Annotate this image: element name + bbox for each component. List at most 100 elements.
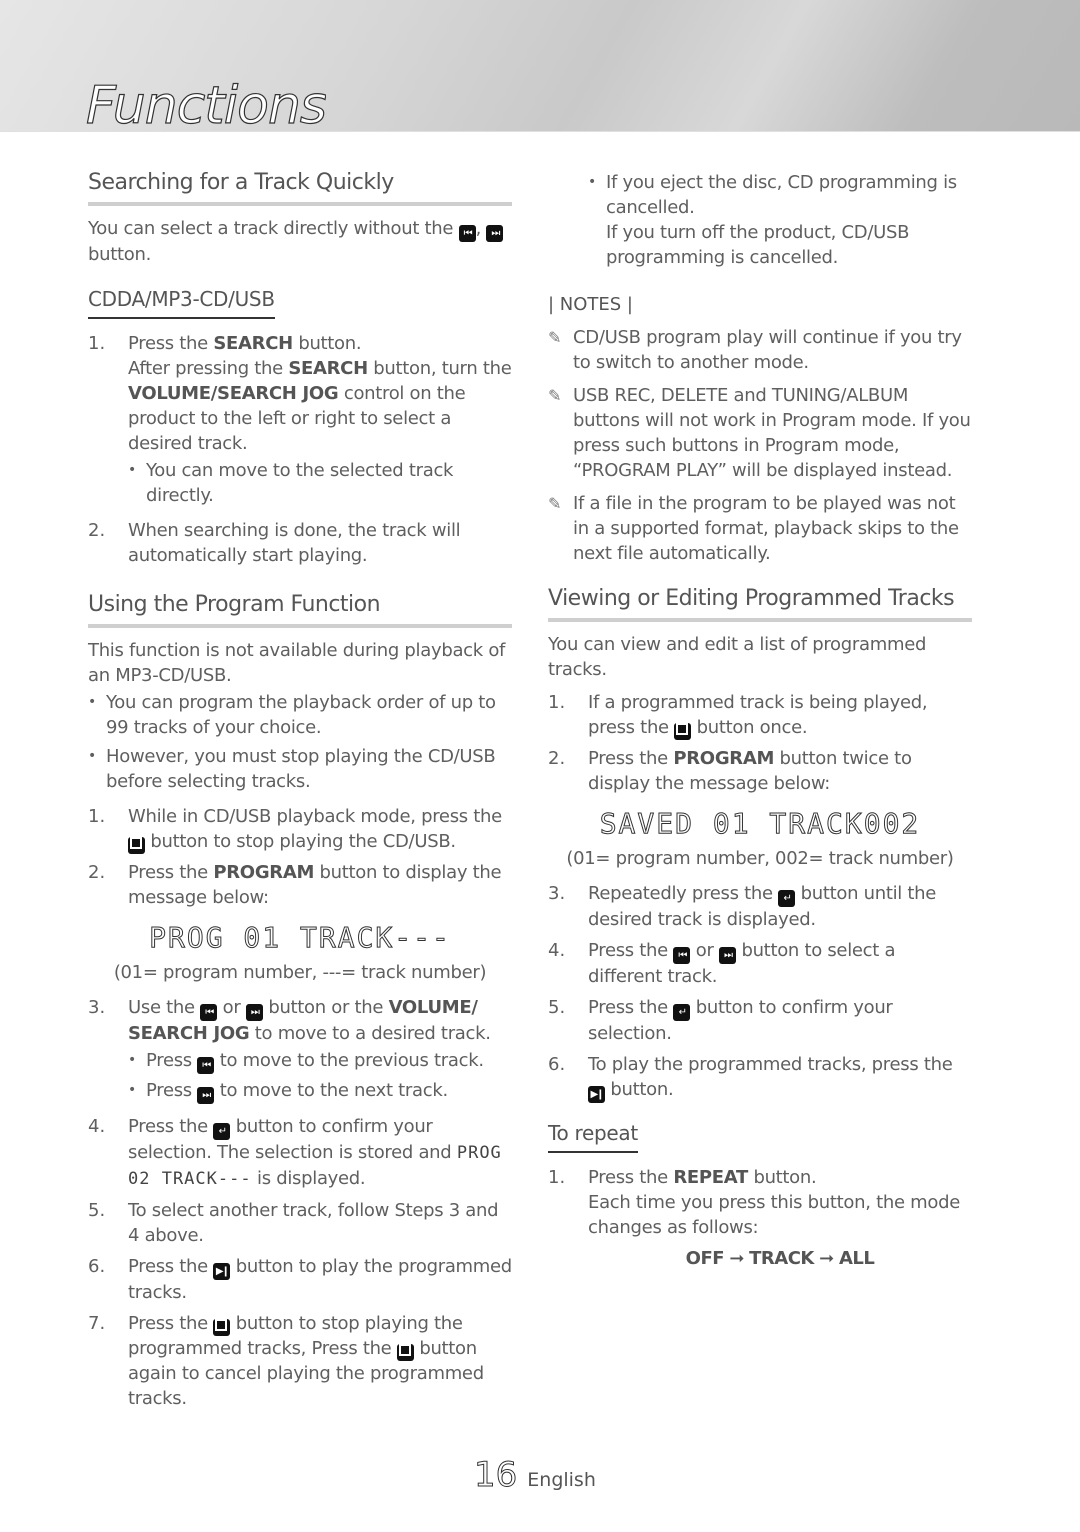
step-number: 1.: [88, 806, 106, 827]
step-item: 5. Press the ↵ button to confirm your se…: [548, 995, 972, 1046]
step-item: 1. While in CD/USB playback mode, press …: [88, 804, 512, 854]
step-item: 3. Repeatedly press the ↵ button until t…: [548, 881, 972, 932]
prev-track-icon: ⏮: [197, 1057, 215, 1074]
prev-track-icon: ⏮: [200, 1004, 218, 1021]
step-number: 5.: [548, 997, 566, 1018]
intro-text: You can select a track directly without …: [88, 218, 454, 239]
stop-icon: [213, 1319, 231, 1336]
step-number: 6.: [88, 1256, 106, 1277]
mode-track: TRACK: [749, 1248, 814, 1269]
step-item: 1. Press the REPEAT button. Each time you…: [548, 1165, 972, 1269]
search-intro: You can select a track directly without …: [88, 216, 512, 267]
step-text: Press the PROGRAM button to display the …: [128, 862, 502, 908]
lcd-caption: (01= program number, 002= track number): [566, 848, 954, 869]
step-item: 1. Press the SEARCH button. After pressi…: [88, 331, 512, 512]
step-number: 3.: [548, 883, 566, 904]
repeat-mode-sequence: OFF ➞ TRACK ➞ ALL: [588, 1248, 972, 1269]
page-footer: 16 English: [473, 1455, 596, 1496]
subheading-repeat: To repeat: [548, 1119, 638, 1153]
page-title: Functions: [86, 80, 327, 131]
stop-icon: [396, 1344, 414, 1361]
bullet-icon: •: [128, 462, 136, 478]
note-item: ✎ USB REC, DELETE and TUNING/ALBUM button…: [548, 385, 971, 481]
step-text: Press the ↵ button to confirm your selec…: [588, 997, 893, 1044]
bullet-item: • You can program the playback order of …: [88, 692, 496, 738]
play-pause-icon: ▶❙: [588, 1086, 605, 1103]
step-item: 6. To play the programmed tracks, press …: [548, 1052, 972, 1103]
notes-label: | NOTES |: [548, 294, 633, 315]
page-language: English: [527, 1469, 596, 1491]
step-number: 1.: [88, 333, 106, 354]
pencil-icon: ✎: [548, 386, 562, 405]
step-text: Use the ⏮ or ⏭ button or the VOLUME/ SEA…: [128, 997, 491, 1044]
next-track-icon: ⏭: [486, 225, 504, 242]
bullet-icon: •: [128, 1052, 136, 1068]
bullet-icon: •: [88, 748, 96, 764]
step-text: To select another track, follow Steps 3 …: [128, 1200, 499, 1246]
step-number: 6.: [548, 1054, 566, 1075]
step-item: 6. Press the ▶❙ button to play the progr…: [88, 1254, 512, 1305]
step-number: 7.: [88, 1313, 106, 1334]
step-text: While in CD/USB playback mode, press the…: [128, 806, 502, 854]
bullet-item: • However, you must stop playing the CD/…: [88, 746, 496, 792]
enter-icon: ↵: [673, 1004, 691, 1021]
stop-icon: [128, 837, 145, 854]
step-item: 7. Press the button to stop playing the …: [88, 1311, 512, 1411]
enter-icon: ↵: [778, 890, 796, 907]
step-item: 5. To select another track, follow Steps…: [88, 1198, 512, 1248]
bullet-item: • If you eject the disc, CD programming …: [588, 172, 957, 268]
step-item: 3. Use the ⏮ or ⏭ button or the VOLUME/ …: [88, 995, 512, 1108]
step-text: Press the REPEAT button. Each time you pr…: [588, 1167, 960, 1238]
step-item: 2. When searching is done, the track wil…: [88, 518, 512, 568]
edit-intro: You can view and edit a list of programm…: [548, 634, 927, 680]
next-track-icon: ⏭: [245, 1004, 263, 1021]
arrow-right-icon: ➞: [819, 1248, 834, 1269]
right-column: • If you eject the disc, CD programming …: [548, 168, 972, 1275]
program-intro: This function is not available during pl…: [88, 640, 506, 686]
lcd-display-prog: PROG 01 TRACK---: [149, 921, 451, 955]
mode-off: OFF: [685, 1248, 725, 1269]
step-item: 2. Press the PROGRAM button to display t…: [88, 860, 512, 910]
step-text: Repeatedly press the ↵ button until the …: [588, 883, 937, 930]
mode-all: ALL: [838, 1248, 875, 1269]
step-text: Press the ↵ button to confirm your selec…: [128, 1116, 502, 1189]
page-number: 16: [473, 1455, 518, 1496]
step-item: 4. Press the ↵ button to confirm your se…: [88, 1114, 512, 1192]
enter-icon: ↵: [213, 1123, 231, 1140]
bullet-item: • Press ⏭ to move to the next track.: [128, 1078, 512, 1104]
step-text: When searching is done, the track will a…: [128, 520, 461, 566]
bullet-icon: •: [128, 1082, 136, 1098]
note-item: ✎ If a file in the program to be played w…: [548, 493, 959, 564]
bullet-icon: •: [588, 174, 596, 190]
step-number: 2.: [548, 748, 566, 769]
step-text: To play the programmed tracks, press the…: [588, 1052, 972, 1103]
pencil-icon: ✎: [548, 494, 562, 513]
step-number: 2.: [88, 862, 106, 883]
section-heading-edit: Viewing or Editing Programmed Tracks: [548, 584, 972, 622]
stop-icon: [674, 723, 692, 740]
step-number: 2.: [88, 520, 106, 541]
bullet-item: • You can move to the selected track dir…: [128, 460, 454, 506]
step-number: 4.: [548, 940, 566, 961]
left-column: Searching for a Track Quickly You can se…: [88, 168, 512, 1417]
step-text: If a programmed track is being played, p…: [588, 692, 928, 740]
section-heading-search: Searching for a Track Quickly: [88, 168, 512, 206]
step-number: 1.: [548, 1167, 566, 1188]
step-item: 4. Press the ⏮ or ⏭ button to select a d…: [548, 938, 972, 989]
subheading-cdda: CDDA/MP3-CD/USB: [88, 285, 275, 319]
step-number: 4.: [88, 1116, 106, 1137]
prev-track-icon: ⏮: [458, 225, 476, 242]
step-text: Press the SEARCH button. After pressing …: [128, 333, 512, 454]
pencil-icon: ✎: [548, 328, 562, 347]
step-number: 5.: [88, 1200, 106, 1221]
step-number: 1.: [548, 692, 566, 713]
step-text: Press the PROGRAM button twice to displa…: [588, 748, 912, 794]
next-track-icon: ⏭: [719, 947, 737, 964]
lcd-display-saved: SAVED 01 TRACK002: [599, 807, 921, 841]
section-heading-program: Using the Program Function: [88, 590, 512, 628]
step-item: 2. Press the PROGRAM button twice to dis…: [548, 746, 972, 796]
intro-text: button.: [88, 244, 151, 265]
step-text: Press the button to stop playing the pro…: [128, 1313, 484, 1409]
step-text: Press the ▶❙ button to play the programm…: [128, 1256, 512, 1303]
note-item: ✎ CD/USB program play will continue if yo…: [548, 327, 962, 373]
